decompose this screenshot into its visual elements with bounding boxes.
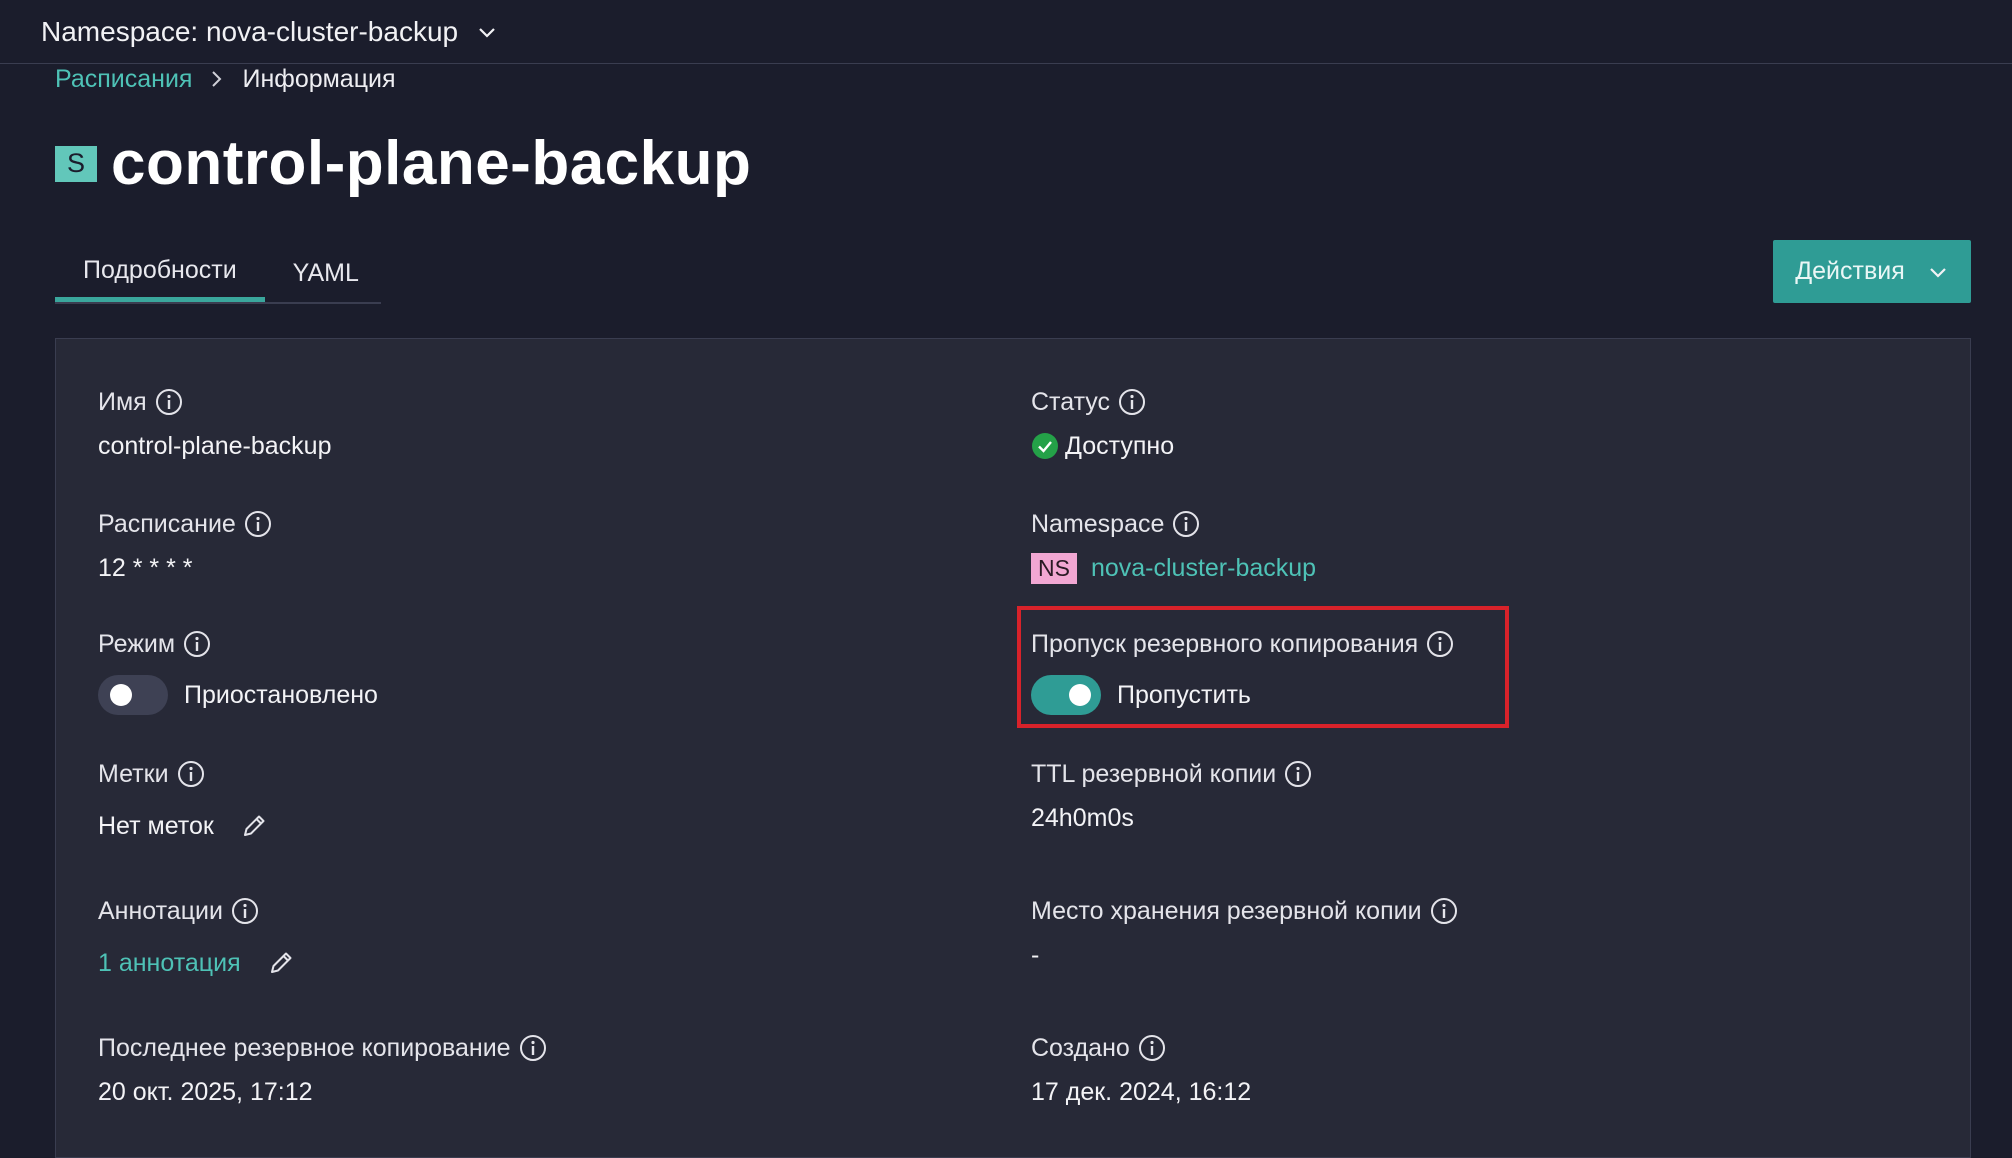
field-label: Последнее резервное копирование (98, 1033, 511, 1062)
field-label: Режим (98, 629, 176, 658)
field-storage-location: Место хранения резервной копии - (1031, 894, 1458, 972)
top-bar: Namespace: nova-cluster-backup (0, 0, 2012, 64)
field-value: 17 дек. 2024, 16:12 (1031, 1077, 1252, 1106)
field-schedule: Расписание 12 * * * * (98, 507, 272, 585)
chevron-down-icon (1927, 261, 1949, 283)
field-name: Имя control-plane-backup (98, 385, 331, 463)
field-namespace: Namespace NS nova-cluster-backup (1031, 507, 1316, 585)
field-label: Расписание (98, 509, 236, 538)
info-icon[interactable] (1430, 897, 1458, 925)
field-value: control-plane-backup (98, 431, 332, 460)
field-label: Namespace (1031, 509, 1165, 538)
annotations-link[interactable]: 1 аннотация (98, 949, 241, 978)
mode-toggle[interactable] (98, 675, 168, 715)
field-backup-ttl: TTL резервной копии 24h0m0s (1031, 757, 1312, 835)
field-label: TTL резервной копии (1031, 759, 1277, 788)
field-value: 20 окт. 2025, 17:12 (98, 1077, 313, 1106)
tab-yaml[interactable]: YAML (265, 244, 387, 302)
resource-kind-badge: S (55, 145, 97, 182)
checkmark-circle-icon (1032, 433, 1058, 459)
info-icon[interactable] (177, 760, 205, 788)
details-panel: Имя control-plane-backup Расписание 12 *… (55, 338, 1971, 1158)
field-label: Пропуск резервного копирования (1031, 629, 1419, 658)
skip-backup-toggle-label: Пропустить (1117, 680, 1251, 709)
field-label: Статус (1031, 387, 1111, 416)
actions-button-label: Действия (1795, 257, 1905, 285)
field-created: Создано 17 дек. 2024, 16:12 (1031, 1031, 1251, 1109)
actions-button[interactable]: Действия (1773, 240, 1971, 303)
skip-backup-toggle[interactable] (1031, 675, 1101, 715)
namespace-selector[interactable]: Namespace: nova-cluster-backup (41, 16, 498, 48)
namespace-selector-label: Namespace: nova-cluster-backup (41, 15, 459, 47)
field-label: Аннотации (98, 896, 223, 925)
edit-labels-icon[interactable] (240, 812, 268, 840)
field-label: Метки (98, 759, 169, 788)
namespace-link[interactable]: nova-cluster-backup (1091, 554, 1316, 583)
mode-toggle-label: Приостановлено (184, 680, 378, 709)
field-skip-backup: Пропуск резервного копирования Пропустит… (1031, 627, 1454, 715)
field-value: 24h0m0s (1031, 803, 1134, 832)
info-icon[interactable] (155, 388, 183, 416)
info-icon[interactable] (1284, 760, 1312, 788)
info-icon[interactable] (244, 510, 272, 538)
field-labels: Метки Нет меток (98, 757, 268, 843)
info-icon[interactable] (519, 1034, 547, 1062)
field-label: Место хранения резервной копии (1031, 896, 1422, 925)
field-annotations: Аннотации 1 аннотация (98, 894, 295, 980)
field-value: - (1031, 940, 1040, 969)
field-value: 12 * * * * (98, 553, 193, 582)
field-last-backup: Последнее резервное копирование 20 окт. … (98, 1031, 547, 1109)
breadcrumb-schedules-link[interactable]: Расписания (55, 65, 192, 94)
info-icon[interactable] (1172, 510, 1200, 538)
chevron-right-icon (212, 71, 222, 87)
status-value: Доступно (1065, 431, 1175, 460)
info-icon[interactable] (1426, 630, 1454, 658)
info-icon[interactable] (1118, 388, 1146, 416)
info-icon[interactable] (1138, 1034, 1166, 1062)
breadcrumb-current: Информация (242, 64, 396, 93)
page-header: S control-plane-backup (55, 128, 751, 199)
info-icon[interactable] (231, 897, 259, 925)
field-label: Имя (98, 387, 147, 416)
breadcrumb: Расписания Информация (55, 62, 396, 96)
info-icon[interactable] (183, 630, 211, 658)
tab-details[interactable]: Подробности (55, 244, 265, 302)
field-status: Статус Доступно (1031, 385, 1174, 463)
page-title: control-plane-backup (111, 129, 752, 198)
edit-annotations-icon[interactable] (267, 949, 295, 977)
tab-bar: Подробности YAML (55, 244, 381, 304)
namespace-badge: NS (1031, 552, 1077, 584)
field-label: Создано (1031, 1033, 1130, 1062)
labels-value: Нет меток (98, 811, 214, 840)
chevron-down-icon (476, 21, 498, 43)
field-mode: Режим Приостановлено (98, 627, 378, 715)
